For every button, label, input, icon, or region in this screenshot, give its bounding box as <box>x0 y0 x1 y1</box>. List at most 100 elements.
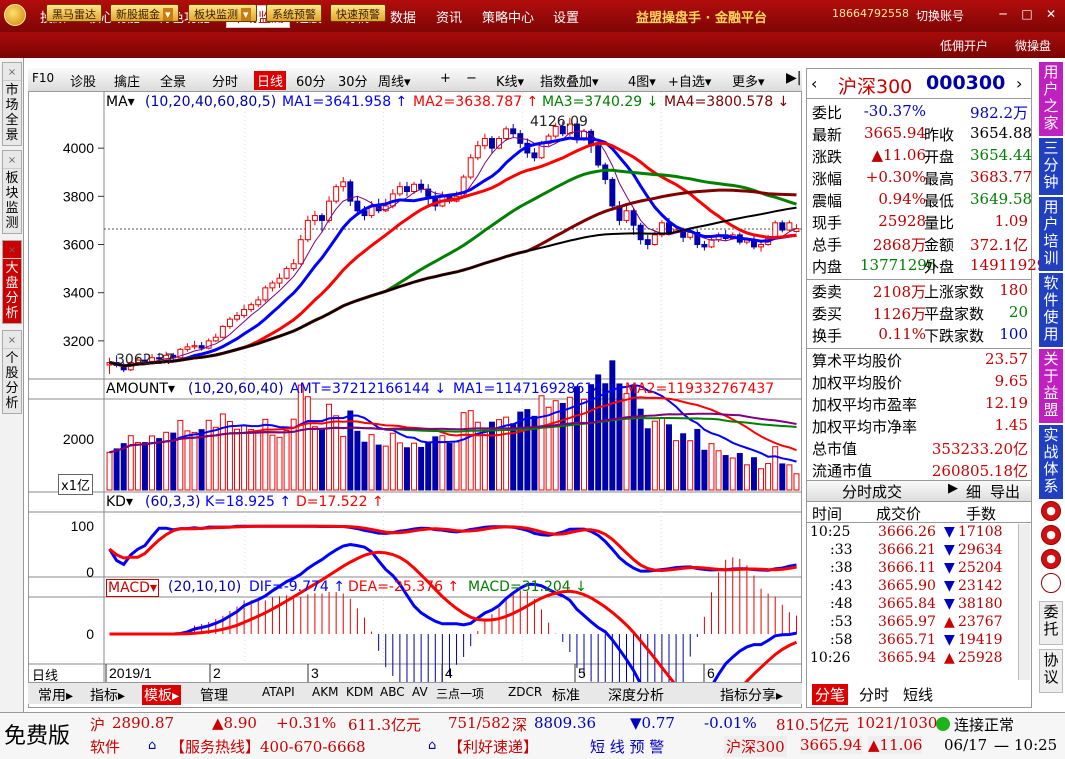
bottom-tab-13[interactable]: 指标分享▸ <box>720 685 783 705</box>
message-icon[interactable]: ● <box>1041 573 1061 593</box>
right-strip-bottom-1[interactable]: 协议 <box>1039 649 1063 693</box>
right-strip-bottom-0[interactable]: 委托 <box>1039 601 1063 645</box>
next-stock-icon[interactable]: › <box>1016 74 1022 93</box>
right-strip-tab-0[interactable]: 用户之家 <box>1039 62 1063 136</box>
tick-price: 3665.84 <box>878 596 936 612</box>
user-icon[interactable]: ● <box>1041 549 1061 569</box>
collapse-panel-icon[interactable]: ▶| <box>786 70 801 86</box>
bottom-tab-4[interactable]: ATAPI <box>262 685 295 699</box>
ma-indicator-selector[interactable]: MA▾ <box>106 94 135 110</box>
bottom-tab-3[interactable]: 管理 <box>200 685 228 705</box>
f10-button[interactable]: F10 <box>32 71 54 85</box>
ticks-expand-icon[interactable]: ▶ <box>948 481 958 496</box>
right-strip-tab-4[interactable]: 关于益盟 <box>1039 349 1063 423</box>
low-fee-account-link[interactable]: 低佣开户 <box>940 37 988 54</box>
main-y-tick-label: 3600 <box>63 237 94 253</box>
subbar-item-2[interactable]: 全景 <box>160 71 186 90</box>
quote-value: 1126万 <box>872 305 926 323</box>
good-news-link[interactable]: 【利好速递】 <box>448 736 538 757</box>
left-tab-2[interactable]: × 大盘分析 <box>2 240 22 324</box>
tab-close-icon[interactable]: × <box>3 243 21 259</box>
left-tab-1[interactable]: × 板块监测 <box>2 150 22 234</box>
sh-updown-count: 751/582 <box>448 714 511 732</box>
bottom-tab-11[interactable]: 标准 <box>552 685 580 705</box>
bottom-tab-2[interactable]: 模板▸ <box>142 685 182 705</box>
short-term-alert[interactable]: 短 线 预 警 <box>590 736 664 757</box>
close-icon[interactable]: ✕ <box>1042 6 1060 22</box>
toolbar-button-2[interactable]: 板块监测 ▾ <box>188 4 257 22</box>
candle-body <box>269 282 276 289</box>
toolbar-button-4[interactable]: 快速预警 <box>330 4 386 22</box>
bottom-tab-7[interactable]: ABC <box>380 685 405 699</box>
menu-6[interactable]: 数据 <box>390 7 416 26</box>
menu-7[interactable]: 资讯 <box>436 7 462 26</box>
quote-bottom-tab-2[interactable]: 短线 <box>900 684 936 705</box>
toolbar-button-3[interactable]: 系统预警 <box>266 4 322 22</box>
subbar-item-14[interactable]: 更多▾ <box>732 71 765 90</box>
bottom-tab-1[interactable]: 指标▸ <box>90 685 125 705</box>
quote-bottom-tab-1[interactable]: 分时 <box>856 684 892 705</box>
ticks-detail-tab[interactable]: 细 <box>966 481 981 502</box>
dropdown-arrow-icon[interactable]: ▾ <box>241 8 251 21</box>
bottom-tab-12[interactable]: 深度分析 <box>608 685 664 705</box>
subbar-item-4[interactable]: 日线 <box>254 71 287 90</box>
subbar-item-3[interactable]: 分时 <box>212 71 238 90</box>
status-weekday: 一 <box>994 738 1010 756</box>
subbar-item-13[interactable]: +自选▾ <box>668 71 711 90</box>
service-hotline[interactable]: 【服务热线】400-670-6668 <box>170 736 366 757</box>
quote-bottom-tab-0[interactable]: 分笔 <box>812 684 849 705</box>
subbar-item-0[interactable]: 诊股 <box>70 71 96 90</box>
right-strip-tab-2[interactable]: 用户培训 <box>1039 197 1063 271</box>
menu-8[interactable]: 策略中心 <box>482 7 534 26</box>
micro-trade-link[interactable]: 微操盘 <box>1015 37 1051 54</box>
right-strip-tab-1[interactable]: 三分钟 <box>1039 138 1063 195</box>
left-tab-label: 板块监测 <box>5 171 19 231</box>
subbar-item-1[interactable]: 擒庄 <box>114 71 140 90</box>
menu-9[interactable]: 设置 <box>553 7 579 26</box>
toolbar-button-1[interactable]: 新股掘金 ▾ <box>110 4 179 22</box>
subbar-item-10[interactable]: K线▾ <box>496 71 524 90</box>
tab-close-icon[interactable]: × <box>3 65 21 81</box>
tab-close-icon[interactable]: × <box>3 333 21 349</box>
dropdown-arrow-icon[interactable]: ▾ <box>163 8 173 21</box>
amount-indicator-selector[interactable]: AMOUNT▾ <box>106 381 175 397</box>
subbar-item-11[interactable]: 指数叠加▾ <box>540 71 599 90</box>
subbar-item-9[interactable]: − <box>466 71 477 86</box>
subbar-item-12[interactable]: 4图▾ <box>628 71 656 90</box>
toolbar-button-0[interactable]: 黑马雷达 <box>46 4 102 22</box>
right-strip-tab-3[interactable]: 软件使用 <box>1039 273 1063 347</box>
subbar-item-6[interactable]: 30分 <box>338 71 368 90</box>
prev-stock-icon[interactable]: ‹ <box>811 74 817 93</box>
stock-code: 000300 <box>926 72 1006 94</box>
bottom-tab-8[interactable]: AV <box>412 685 428 699</box>
minimize-icon[interactable]: ─ <box>994 6 1012 22</box>
bottom-tab-9[interactable]: 三点一项 <box>436 685 484 702</box>
candle-body <box>396 186 403 195</box>
settings-gear-icon[interactable]: ● <box>1041 501 1061 521</box>
left-tab-0[interactable]: × 市场全景 <box>2 62 22 146</box>
subbar-item-8[interactable]: + <box>440 71 451 86</box>
ticks-scrollbar[interactable] <box>1018 524 1030 680</box>
right-strip-tab-5[interactable]: 实战体系 <box>1039 425 1063 499</box>
phone-number[interactable]: 18664792558 <box>832 7 909 20</box>
connection-status-icon <box>936 717 950 731</box>
bottom-tab-6[interactable]: KDM <box>346 685 373 699</box>
left-tab-3[interactable]: × 个股分析 <box>2 330 22 414</box>
amount-bar <box>425 441 432 491</box>
subbar-item-7[interactable]: 周线▾ <box>378 71 411 90</box>
macd-indicator-selector[interactable]: MACD▾ <box>106 579 159 597</box>
ticks-title[interactable]: 分时成交 <box>842 481 902 502</box>
ticks-export-tab[interactable]: 导出 <box>990 481 1020 502</box>
quote-value: 3665.94 <box>863 124 926 142</box>
bottom-tab-5[interactable]: AKM <box>312 685 338 699</box>
home-icon[interactable]: ⌂ <box>428 738 436 753</box>
bottom-tab-0[interactable]: 常用▸ <box>38 685 73 705</box>
tab-close-icon[interactable]: × <box>3 153 21 169</box>
switch-account-link[interactable]: 切换账号 <box>916 7 964 24</box>
kd-indicator-selector[interactable]: KD▾ <box>106 494 133 510</box>
subbar-item-5[interactable]: 60分 <box>296 71 326 90</box>
home-icon[interactable]: ⌂ <box>148 738 156 753</box>
maximize-icon[interactable]: □ <box>1018 6 1036 22</box>
alarm-icon[interactable]: ● <box>1041 525 1061 545</box>
bottom-tab-10[interactable]: ZDCR <box>508 685 542 699</box>
